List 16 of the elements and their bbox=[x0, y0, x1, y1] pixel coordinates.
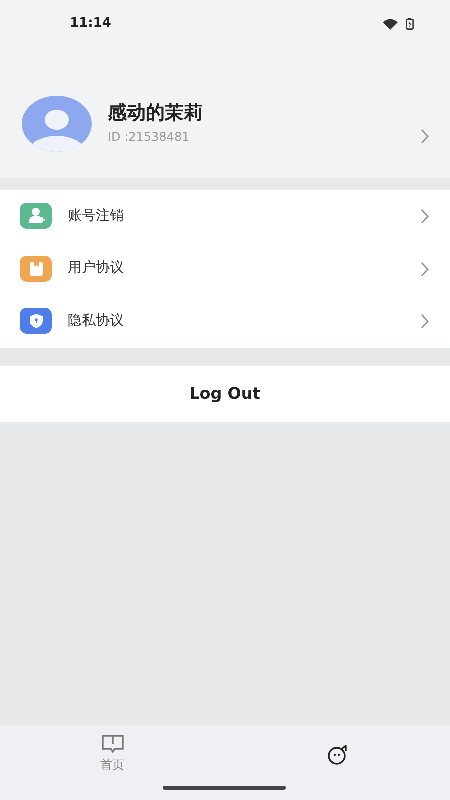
battery-icon bbox=[406, 18, 414, 30]
account-icon bbox=[20, 203, 52, 230]
document-icon bbox=[20, 256, 52, 282]
shield-icon bbox=[20, 308, 52, 334]
user-name: 感动的茉莉 bbox=[108, 102, 204, 124]
status-time: 11:14 bbox=[70, 15, 112, 34]
avatar bbox=[22, 96, 92, 152]
user-id: ID :21538481 bbox=[108, 129, 191, 146]
chevron-right-icon bbox=[421, 209, 430, 224]
log-out-button[interactable]: Log Out bbox=[0, 366, 450, 422]
chevron-right-icon bbox=[421, 314, 430, 330]
chevron-right-icon bbox=[421, 262, 430, 277]
chevron-right-icon bbox=[421, 129, 430, 144]
wifi-icon bbox=[383, 18, 398, 30]
face-icon bbox=[326, 744, 348, 764]
book-icon bbox=[102, 735, 124, 754]
